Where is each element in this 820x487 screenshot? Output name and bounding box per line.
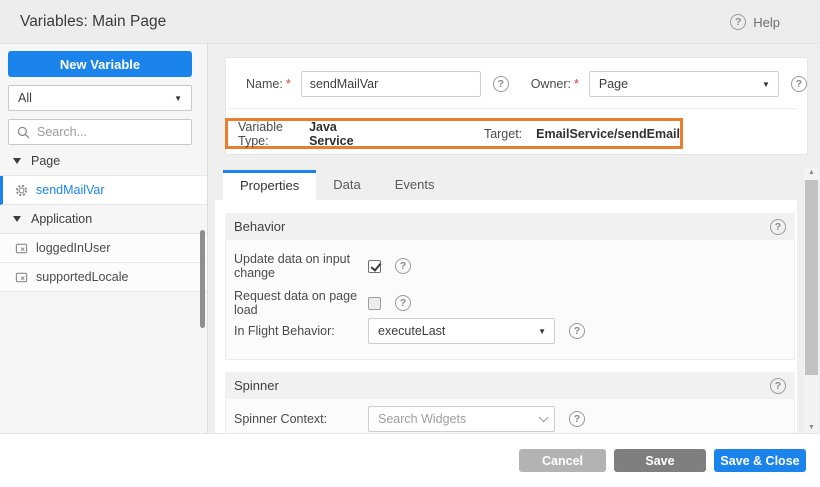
tree-group-application[interactable]: Application (0, 205, 207, 234)
update-data-checkbox[interactable] (368, 260, 381, 273)
tab-events[interactable]: Events (378, 170, 452, 200)
request-data-label: Request data on page load (234, 289, 368, 317)
variable-type-label: Variable Type: (238, 120, 295, 148)
tab-bar: Properties Data Events (215, 170, 451, 200)
title-bar: Variables: Main Page Help (0, 0, 820, 44)
content-scrollbar[interactable]: ▲ ▼ (804, 167, 819, 433)
spinner-context-select[interactable]: Search Widgets (368, 406, 555, 432)
target-label: Target: (484, 127, 522, 141)
name-owner-row: Name: * Owner: * Page ▼ (246, 71, 807, 97)
tree-item-sendmailvar[interactable]: sendMailVar (0, 176, 207, 205)
spinner-context-label: Spinner Context: (234, 412, 368, 426)
help-icon (730, 14, 746, 30)
tree-item-supportedlocale[interactable]: supportedLocale (0, 263, 207, 292)
help-icon[interactable] (569, 411, 585, 427)
model-variable-icon (15, 271, 28, 284)
help-button[interactable]: Help (730, 0, 780, 44)
divider (229, 108, 796, 109)
search-icon (17, 126, 30, 139)
help-icon[interactable] (395, 258, 411, 274)
name-input[interactable] (301, 71, 481, 97)
in-flight-behavior-row: In Flight Behavior: executeLast ▼ (234, 318, 585, 344)
in-flight-behavior-label: In Flight Behavior: (234, 324, 368, 338)
spinner-section-header: Spinner (225, 372, 795, 399)
tree-item-loggedinuser[interactable]: loggedInUser (0, 234, 207, 263)
scroll-up-icon[interactable]: ▲ (804, 169, 819, 176)
page-title: Variables: Main Page (20, 13, 166, 31)
help-icon[interactable] (770, 378, 786, 394)
variable-meta-panel: Name: * Owner: * Page ▼ Variable Type: J… (225, 57, 808, 155)
help-icon[interactable] (770, 219, 786, 235)
save-button[interactable]: Save (614, 449, 706, 472)
tree-item-label: loggedInUser (36, 241, 110, 255)
chevron-down-icon (539, 412, 549, 422)
footer-bar: Cancel Save Save & Close (0, 433, 820, 487)
caret-down-icon (13, 216, 21, 222)
search-box[interactable] (8, 119, 192, 145)
required-marker: * (286, 77, 291, 91)
gear-icon (15, 184, 28, 197)
spinner-context-row: Spinner Context: Search Widgets (234, 406, 585, 432)
variable-tree: Page sendMailVar Application loggedInUse… (0, 147, 207, 292)
owner-select[interactable]: Page ▼ (589, 71, 779, 97)
spinner-section: Spinner Spinner Context: Search Widgets (225, 372, 795, 433)
behavior-section-title: Behavior (234, 219, 285, 234)
spinner-context-placeholder: Search Widgets (378, 412, 466, 426)
tree-group-label: Application (31, 212, 92, 226)
tree-group-page[interactable]: Page (0, 147, 207, 176)
help-icon[interactable] (791, 76, 807, 92)
properties-tab-content: Behavior Update data on input change Req… (215, 200, 797, 433)
variable-filter-select[interactable]: All ▼ (8, 85, 192, 111)
spinner-section-body: Spinner Context: Search Widgets (225, 399, 795, 433)
behavior-section-header: Behavior (225, 213, 795, 240)
request-data-row: Request data on page load (234, 289, 411, 317)
owner-label: Owner: (531, 77, 571, 91)
help-icon[interactable] (493, 76, 509, 92)
behavior-section-body: Update data on input change Request data… (225, 240, 795, 360)
update-data-label: Update data on input change (234, 252, 368, 280)
chevron-down-icon: ▼ (538, 327, 546, 336)
tree-item-label: supportedLocale (36, 270, 128, 284)
model-variable-icon (15, 242, 28, 255)
cancel-button[interactable]: Cancel (519, 449, 606, 472)
scroll-down-icon[interactable]: ▼ (804, 424, 819, 431)
tab-data[interactable]: Data (316, 170, 377, 200)
tree-group-label: Page (31, 154, 60, 168)
required-marker: * (574, 77, 579, 91)
variable-type-highlight: Variable Type: Java Service Target: Emai… (225, 118, 683, 149)
behavior-section: Behavior Update data on input change Req… (225, 213, 795, 360)
save-and-close-button[interactable]: Save & Close (714, 449, 806, 472)
sidebar-scrollbar-thumb[interactable] (200, 230, 205, 328)
search-input[interactable] (37, 125, 167, 139)
tree-item-label: sendMailVar (36, 183, 105, 197)
help-label: Help (753, 15, 780, 30)
name-label: Name: (246, 77, 283, 91)
help-icon[interactable] (395, 295, 411, 311)
owner-value: Page (599, 77, 628, 91)
in-flight-behavior-value: executeLast (378, 324, 445, 338)
spinner-section-title: Spinner (234, 378, 279, 393)
target-value: EmailService/sendEmail (536, 127, 680, 141)
new-variable-button[interactable]: New Variable (8, 51, 192, 77)
variable-type-value: Java Service (309, 120, 364, 148)
tab-properties[interactable]: Properties (223, 170, 316, 200)
variables-dialog: Variables: Main Page Help New Variable A… (0, 0, 820, 487)
content-scrollbar-thumb[interactable] (805, 180, 818, 375)
chevron-down-icon: ▼ (762, 80, 770, 89)
sidebar: New Variable All ▼ Page sendMailVar (0, 44, 208, 433)
in-flight-behavior-select[interactable]: executeLast ▼ (368, 318, 555, 344)
chevron-down-icon: ▼ (174, 94, 182, 103)
request-data-checkbox[interactable] (368, 297, 381, 310)
help-icon[interactable] (569, 323, 585, 339)
caret-down-icon (13, 158, 21, 164)
update-data-row: Update data on input change (234, 252, 411, 280)
variable-filter-value: All (18, 91, 32, 105)
